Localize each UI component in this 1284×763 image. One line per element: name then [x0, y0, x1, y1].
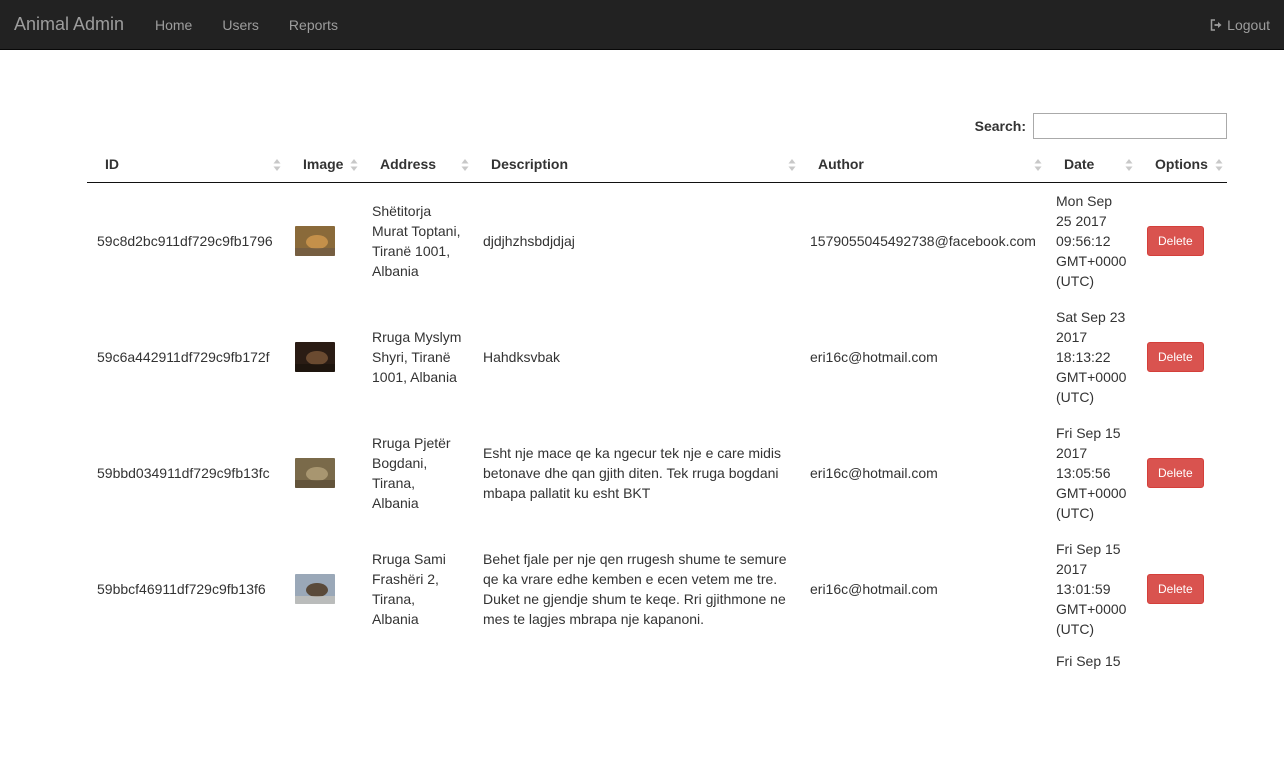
cell-options: Delete [1137, 531, 1227, 647]
cell-empty [473, 647, 800, 763]
cell-date: Fri Sep 15 2017 13:01:59 GMT+0000 (UTC) [1056, 540, 1127, 637]
nav-links: Home Users Reports [140, 0, 353, 50]
nav-home[interactable]: Home [140, 0, 207, 50]
cell-date: Mon Sep 25 2017 09:56:12 GMT+0000 (UTC) [1056, 192, 1127, 289]
column-header-options[interactable]: Options [1137, 146, 1227, 183]
cell-options: Delete [1137, 415, 1227, 531]
column-header-date[interactable]: Date [1046, 146, 1137, 183]
navbar: Animal Admin Home Users Reports Logout [0, 0, 1284, 50]
cell-address: Shëtitorja Murat Toptani, Tiranë 1001, A… [372, 202, 461, 279]
table-row: 59bbcf46911df729c9fb13f6 Rruga Sami Frash… [87, 531, 1227, 647]
cell-empty [87, 647, 285, 763]
cell-id: 59c6a442911df729c9fb172f [97, 348, 270, 365]
sort-icon [1034, 159, 1042, 171]
search-input[interactable] [1033, 113, 1227, 139]
animal-thumbnail[interactable] [295, 457, 335, 488]
cell-empty [285, 647, 362, 763]
cell-image [285, 415, 362, 531]
sort-icon [1125, 159, 1133, 171]
cell-description: Hahdksvbak [483, 348, 561, 365]
table-row: 59c6a442911df729c9fb172f Rruga Myslym Shy… [87, 299, 1227, 415]
animal-thumbnail[interactable] [295, 573, 335, 604]
delete-button[interactable]: Delete [1147, 225, 1204, 256]
column-header-address[interactable]: Address [362, 146, 473, 183]
cell-options: Delete [1137, 299, 1227, 415]
cell-image [285, 531, 362, 647]
table-row: Fri Sep 15 [87, 647, 1227, 763]
sort-icon [788, 159, 796, 171]
cell-address: Rruga Myslym Shyri, Tiranë 1001, Albania [372, 328, 462, 385]
logout-label: Logout [1227, 17, 1270, 33]
column-header-image[interactable]: Image [285, 146, 362, 183]
cell-date: Fri Sep 15 [1056, 652, 1121, 669]
delete-button[interactable]: Delete [1147, 573, 1204, 604]
column-header-label: Date [1064, 155, 1095, 172]
cell-author: eri16c@hotmail.com [810, 580, 938, 597]
brand-link[interactable]: Animal Admin [14, 13, 124, 35]
cell-options: Delete [1137, 182, 1227, 299]
column-header-description[interactable]: Description [473, 146, 800, 183]
column-header-label: Image [303, 155, 344, 172]
animal-thumbnail[interactable] [295, 225, 335, 256]
delete-button[interactable]: Delete [1147, 457, 1204, 488]
cell-id: 59bbcf46911df729c9fb13f6 [97, 580, 266, 597]
column-header-label: Options [1155, 155, 1208, 172]
animals-table: ID Image Address Description Author Date Optio… [87, 146, 1227, 763]
cell-author: 1579055045492738@facebook.com [810, 232, 1036, 249]
table-header-row: ID Image Address Description Author Date Optio… [87, 146, 1227, 183]
cell-date: Sat Sep 23 2017 18:13:22 GMT+0000 (UTC) [1056, 308, 1127, 405]
search-row: Search: [975, 113, 1227, 139]
cell-image [285, 182, 362, 299]
sort-icon [350, 159, 358, 171]
table-row: 59c8d2bc911df729c9fb1796 Shëtitorja Murat… [87, 182, 1227, 299]
animal-thumbnail[interactable] [295, 341, 335, 372]
sort-icon [1215, 159, 1223, 171]
nav-reports[interactable]: Reports [274, 0, 353, 50]
search-label: Search: [974, 118, 1026, 134]
table-body: 59c8d2bc911df729c9fb1796 Shëtitorja Murat… [87, 182, 1227, 763]
cell-image [285, 299, 362, 415]
cell-description: Esht nje mace qe ka ngecur tek nje e car… [483, 444, 782, 501]
logout-link[interactable]: Logout [1210, 15, 1270, 35]
table-row: 59bbd034911df729c9fb13fc Rruga Pjetër Bog… [87, 415, 1227, 531]
column-header-label: Address [380, 155, 437, 172]
cell-date: Fri Sep 15 2017 13:05:56 GMT+0000 (UTC) [1056, 424, 1127, 521]
nav-users[interactable]: Users [207, 0, 274, 50]
column-header-author[interactable]: Author [800, 146, 1046, 183]
cell-address: Rruga Sami Frashëri 2, Tirana, Albania [372, 550, 446, 627]
cell-id: 59c8d2bc911df729c9fb1796 [97, 232, 273, 249]
column-header-label: ID [105, 155, 119, 172]
logout-icon [1210, 19, 1223, 31]
sort-icon [273, 159, 281, 171]
cell-empty [800, 647, 1046, 763]
column-header-label: Description [491, 155, 569, 172]
column-header-id[interactable]: ID [87, 146, 285, 183]
cell-description: djdjhzhsbdjdjaj [483, 232, 575, 249]
cell-empty [362, 647, 473, 763]
cell-empty [1137, 647, 1227, 763]
cell-author: eri16c@hotmail.com [810, 348, 938, 365]
column-header-label: Author [818, 155, 864, 172]
cell-description: Behet fjale per nje qen rrugesh shume te… [483, 550, 787, 627]
sort-icon [461, 159, 469, 171]
cell-address: Rruga Pjetër Bogdani, Tirana, Albania [372, 434, 451, 511]
cell-author: eri16c@hotmail.com [810, 464, 938, 481]
delete-button[interactable]: Delete [1147, 341, 1204, 372]
cell-id: 59bbd034911df729c9fb13fc [97, 464, 270, 481]
